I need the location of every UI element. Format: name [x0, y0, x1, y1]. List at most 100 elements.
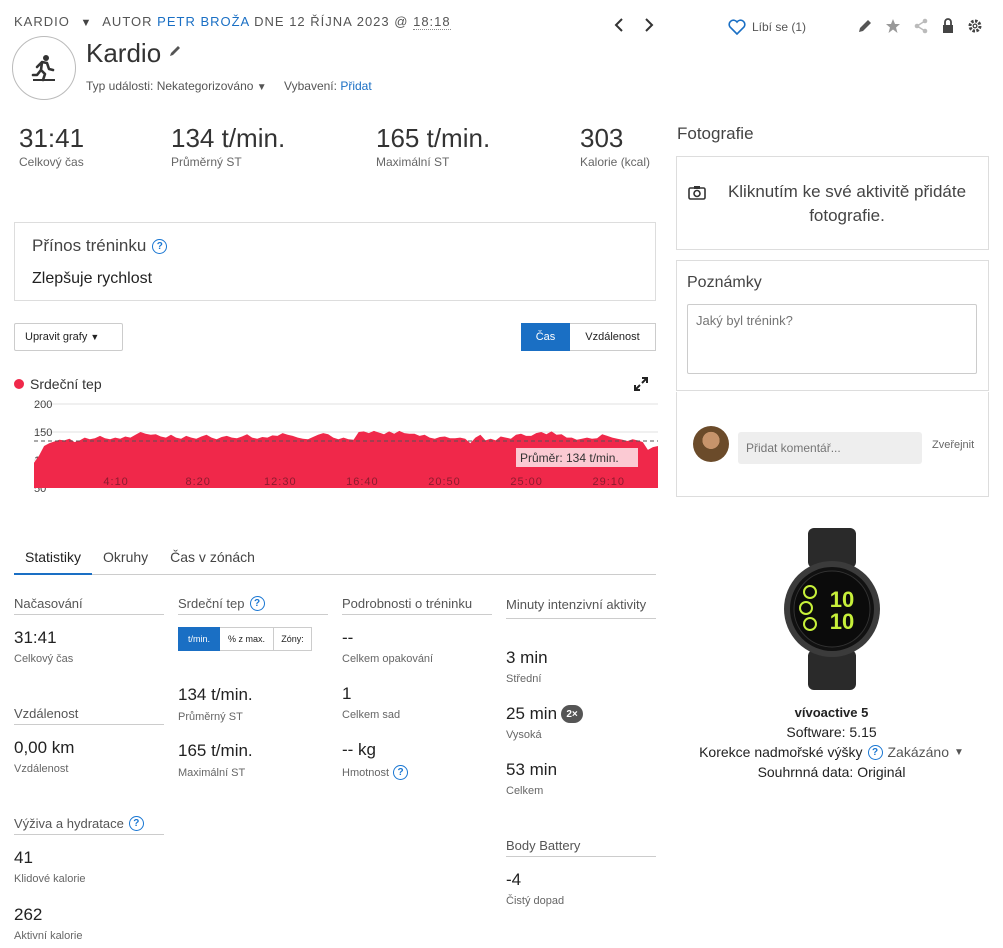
edit-charts-button[interactable]: Upravit grafy ▼	[14, 323, 123, 351]
heart-rate-title: Srdeční tep	[178, 596, 245, 611]
moderate-minutes-label: Střední	[506, 673, 542, 685]
chevron-down-icon[interactable]: ▼	[954, 747, 964, 758]
x-tick-label: 12:30	[264, 476, 297, 488]
chevron-down-icon: ▼	[90, 332, 100, 342]
activity-meta: Typ události: Nekategorizováno ▼ Vybaven…	[86, 79, 372, 93]
chart-title: Srdeční tep	[30, 376, 102, 392]
stat-label: Celkový čas	[19, 154, 84, 169]
add-gear-link[interactable]: Přidat	[340, 79, 371, 93]
help-icon[interactable]: ?	[867, 744, 883, 760]
stat-label: Kalorie (kcal)	[580, 154, 651, 169]
heart-icon	[728, 19, 746, 35]
stat-avg-hr: 134 t/min. Průměrný ST	[171, 124, 285, 169]
body-battery-heading: Body Battery	[506, 838, 656, 857]
toolbar	[857, 18, 983, 34]
vigorous-minutes-label: Vysoká	[506, 729, 542, 741]
total-minutes-value: 53 min	[506, 760, 558, 779]
stat-label: Průměrný ST	[171, 154, 242, 169]
stat-value: 134 t/min.	[171, 123, 286, 153]
gear-label: Vybavení:	[284, 79, 337, 93]
add-photos-area[interactable]: Kliknutím ke své aktivitě přidáte fotogr…	[676, 156, 989, 250]
toggle-bpm[interactable]: t/min.	[178, 627, 220, 651]
vigorous-minutes-value: 25 min	[506, 704, 558, 723]
toggle-percent-max[interactable]: % z max.	[220, 627, 274, 651]
expand-chart-icon[interactable]	[634, 377, 648, 396]
elevation-correction-label: Korekce nadmořské výšky	[699, 744, 863, 760]
like-button[interactable]: Líbí se (1)	[728, 19, 806, 35]
next-activity-icon[interactable]	[642, 16, 656, 34]
resting-calories-label: Klidové kalorie	[14, 873, 86, 885]
help-icon[interactable]: ?	[128, 816, 144, 831]
nutrition-title: Výživa a hydratace	[14, 816, 124, 831]
device-name: vívoactive 5	[794, 705, 869, 720]
body-battery-value: -4	[506, 870, 522, 889]
chart-legend: Srdeční tep	[14, 376, 102, 392]
max-hr-label: Maximální ST	[178, 767, 246, 779]
x-tick-label: 4:10	[103, 476, 128, 488]
tab-time-in-zones[interactable]: Čas v zónách	[159, 546, 266, 575]
toggle-zones[interactable]: Zóny:	[274, 627, 312, 651]
stat-value: 165 t/min.	[376, 123, 491, 153]
edit-title-icon[interactable]	[168, 44, 182, 63]
x-tick-label: 29:10	[592, 476, 625, 488]
author-prefix: AUTOR	[102, 14, 153, 29]
help-icon[interactable]: ?	[393, 765, 409, 780]
toggle-time[interactable]: Čas	[521, 323, 570, 351]
notes-card: Poznámky	[676, 260, 989, 391]
edit-charts-label: Upravit grafy	[25, 331, 88, 343]
event-type-select[interactable]: Nekategorizováno	[157, 79, 254, 93]
active-calories-label: Aktivní kalorie	[14, 930, 83, 942]
total-sets-label: Celkem sad	[342, 709, 401, 721]
toggle-distance[interactable]: Vzdálenost	[570, 323, 656, 351]
total-reps-value: --	[342, 628, 354, 647]
heart-rate-heading: Srdeční tep ?	[178, 596, 328, 615]
weight-value: -- kg	[342, 740, 376, 759]
max-hr-value: 165 t/min.	[178, 741, 253, 760]
total-reps-label: Celkem opakování	[342, 653, 434, 665]
stat-max-hr: 165 t/min. Maximální ST	[376, 124, 490, 169]
activity-header-line: KARDIO ▼ AUTOR PETR BROŽA DNE 12 ŘÍJNA 2…	[14, 14, 451, 30]
photos-heading: Fotografie	[677, 124, 754, 143]
event-type-chevron-icon[interactable]: ▼	[257, 82, 267, 93]
training-effect-title: Přínos tréninku	[32, 236, 147, 255]
x-tick-label: 8:20	[185, 476, 210, 488]
activity-type-dropdown-icon[interactable]: ▼	[80, 17, 92, 29]
help-icon[interactable]: ?	[152, 238, 168, 254]
publish-button[interactable]: Zveřejnit	[932, 439, 974, 451]
stats-tabs: Statistiky Okruhy Čas v zónách	[14, 546, 656, 575]
share-icon[interactable]	[913, 18, 929, 34]
notes-input[interactable]	[687, 304, 977, 374]
previous-activity-icon[interactable]	[612, 16, 626, 34]
edit-icon[interactable]	[857, 18, 873, 34]
timing-value: 31:41	[14, 628, 57, 647]
avatar	[693, 426, 729, 462]
activity-time[interactable]: 18:18	[413, 14, 451, 30]
y-tick-label: 200	[34, 399, 52, 411]
activity-navigation	[612, 16, 656, 34]
average-label: Průměr: 134 t/min.	[520, 451, 619, 465]
author-link[interactable]: PETR BROŽA	[157, 14, 249, 29]
comment-input[interactable]	[738, 432, 922, 464]
distance-value: 0,00 km	[14, 738, 75, 757]
stat-value: 31:41	[19, 123, 85, 153]
training-effect-value: Zlepšuje rychlost	[32, 270, 153, 287]
help-icon[interactable]: ?	[249, 596, 265, 611]
tab-laps[interactable]: Okruhy	[92, 546, 159, 575]
notes-heading: Poznámky	[687, 274, 762, 291]
active-calories-value: 262	[14, 905, 43, 924]
event-type-label: Typ události:	[86, 79, 154, 93]
add-photos-text: Kliknutím ke své aktivitě přidáte fotogr…	[727, 182, 967, 225]
device-info: 10 10 vívoactive 5 Software: 5.15 Korekc…	[678, 528, 985, 780]
resting-calories-value: 41	[14, 848, 33, 867]
elevation-correction-select[interactable]: Zakázáno	[888, 744, 949, 760]
tab-statistics[interactable]: Statistiky	[14, 546, 93, 575]
date-text: DNE 12 ŘÍJNA 2023 @	[254, 14, 409, 29]
star-icon[interactable]	[885, 18, 901, 34]
lock-icon[interactable]	[941, 18, 955, 34]
distance-heading: Vzdálenost	[14, 706, 164, 725]
device-software: Software: 5.15	[786, 724, 877, 740]
gear-icon[interactable]	[967, 18, 983, 34]
distance-label: Vzdálenost	[14, 763, 69, 775]
activity-type-icon	[12, 36, 76, 100]
body-battery-label: Čistý dopad	[506, 895, 565, 907]
